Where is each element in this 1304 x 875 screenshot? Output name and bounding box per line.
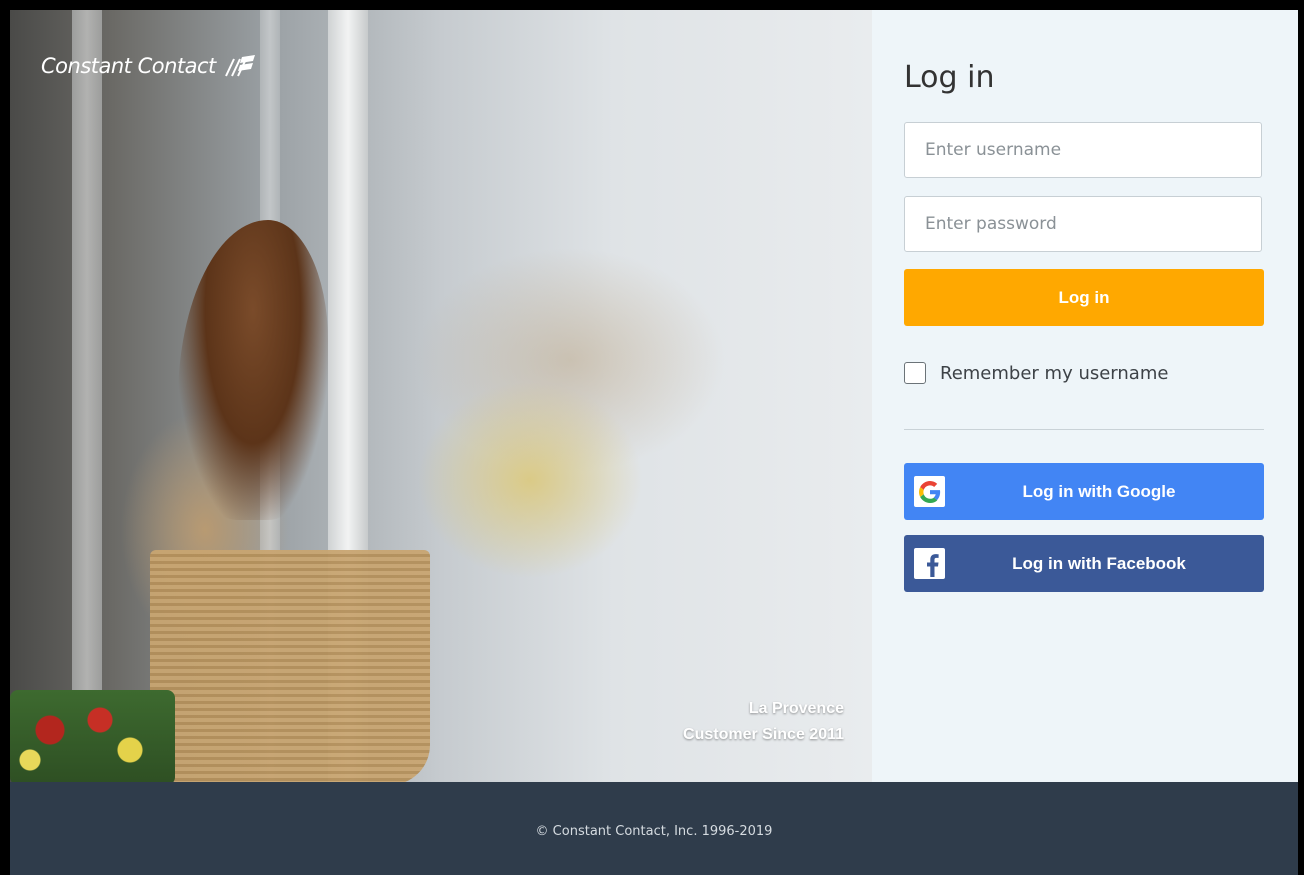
facebook-icon (914, 548, 945, 579)
caption-business: La Provence (748, 700, 844, 717)
brand-logo[interactable]: Constant Contact (41, 54, 256, 78)
remember-username[interactable]: Remember my username (904, 362, 1168, 384)
page-title: Log in (904, 60, 995, 95)
hero-image: Constant Contact La Provence Customer Si… (10, 10, 872, 782)
remember-checkbox[interactable] (904, 362, 926, 384)
google-icon (914, 476, 945, 507)
porch-column (72, 10, 102, 782)
woman-figure (178, 220, 328, 520)
basket-graphic (150, 550, 430, 782)
page: Constant Contact La Provence Customer Si… (10, 10, 1298, 875)
facebook-login-label: Log in with Facebook (1012, 553, 1186, 573)
remember-label: Remember my username (940, 362, 1169, 384)
window-frame: Constant Contact La Provence Customer Si… (0, 0, 1304, 875)
flowers-graphic (10, 690, 175, 782)
copyright-text: © Constant Contact, Inc. 1996-2019 (535, 824, 773, 839)
google-login-button[interactable]: Log in with Google (904, 463, 1264, 520)
flag-stripes-icon (224, 55, 255, 77)
password-field[interactable] (904, 196, 1262, 252)
login-panel: Log in Log in Remember my username (872, 10, 1298, 782)
footer: © Constant Contact, Inc. 1996-2019 (10, 782, 1298, 875)
google-login-label: Log in with Google (1022, 481, 1176, 501)
username-field[interactable] (904, 122, 1262, 178)
logo-text: Constant Contact (41, 54, 216, 78)
caption-since: Customer Since 2011 (683, 726, 844, 743)
login-button[interactable]: Log in (904, 269, 1264, 326)
divider (904, 429, 1264, 430)
facebook-login-button[interactable]: Log in with Facebook (904, 535, 1264, 592)
customer-caption: La Provence Customer Since 2011 (683, 696, 844, 748)
